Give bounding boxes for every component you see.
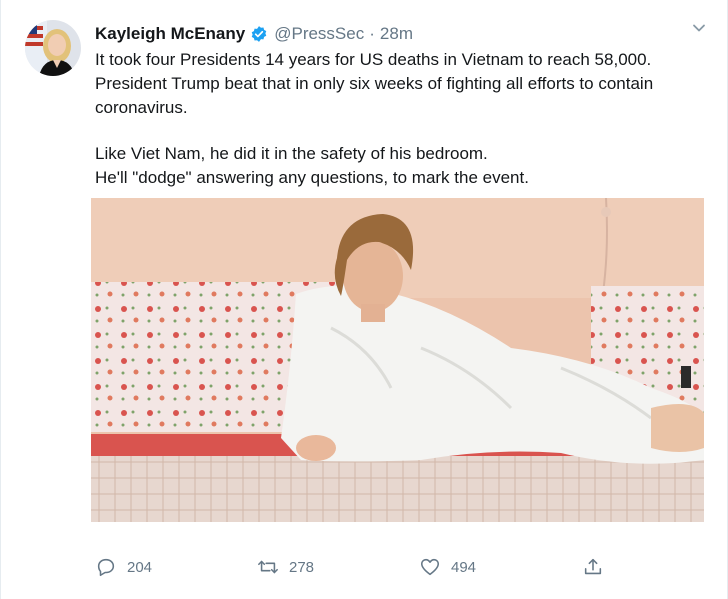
tweet-text: It took four Presidents 14 years for US … — [95, 48, 705, 190]
text-line: President Trump beat that in only six we… — [95, 74, 654, 93]
heart-icon[interactable] — [419, 556, 441, 578]
display-name[interactable]: Kayleigh McEnany — [95, 24, 245, 44]
reply-icon[interactable] — [95, 556, 117, 578]
text-line: Like Viet Nam, he did it in the safety o… — [95, 144, 488, 163]
retweet-icon[interactable] — [257, 556, 279, 578]
share-action[interactable] — [582, 556, 604, 578]
text-line: He'll "dodge" answering any questions, t… — [95, 168, 529, 187]
like-count: 494 — [451, 558, 477, 576]
separator-dot: · — [369, 24, 375, 43]
share-icon[interactable] — [582, 556, 604, 578]
tweet-header: Kayleigh McEnany @PressSec · 28m — [95, 22, 413, 46]
retweet-action[interactable]: 278 — [257, 556, 314, 578]
reply-count: 204 — [127, 558, 153, 576]
avatar[interactable] — [25, 20, 81, 76]
text-line: It took four Presidents 14 years for US … — [95, 50, 652, 69]
timestamp[interactable]: 28m — [380, 24, 413, 44]
tweet-photo[interactable] — [91, 198, 704, 522]
text-line: coronavirus. — [95, 98, 188, 117]
retweet-count: 278 — [289, 558, 315, 576]
handle[interactable]: @PressSec — [274, 24, 364, 44]
tweet-actions: 204 278 494 — [95, 556, 615, 584]
verified-badge-icon — [250, 25, 268, 43]
chevron-down-icon[interactable] — [691, 20, 707, 36]
reply-action[interactable]: 204 — [95, 556, 152, 578]
like-action[interactable]: 494 — [419, 556, 476, 578]
tweet-card[interactable]: Kayleigh McEnany @PressSec · 28m It took… — [0, 0, 728, 599]
